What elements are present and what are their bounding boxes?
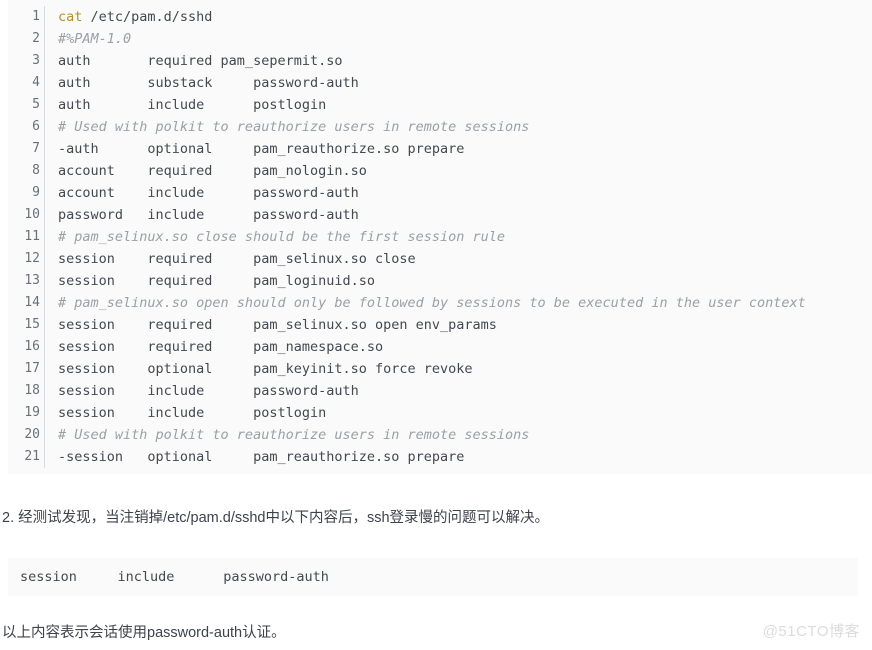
line-number: 7 [32, 141, 40, 156]
code-text: password include password-auth [58, 207, 359, 223]
code-line: 10 password include password-auth [8, 204, 872, 226]
gutter-divider [40, 28, 49, 50]
gutter-divider [40, 358, 49, 380]
line-number: 8 [32, 163, 40, 178]
code-line: 2 #%PAM-1.0 [8, 28, 872, 50]
code-line: 17 session optional pam_keyinit.so force … [8, 358, 872, 380]
gutter-divider [40, 248, 49, 270]
site-watermark: @51CTO博客 [762, 623, 860, 640]
code-line: 3 auth required pam_sepermit.so [8, 50, 872, 72]
gutter-divider [40, 446, 49, 468]
code-text: auth substack password-auth [58, 75, 359, 91]
code-line: 7 -auth optional pam_reauthorize.so prepa… [8, 138, 872, 160]
command-token: cat [58, 9, 83, 25]
inline-code-snippet-block: session include password-auth [8, 558, 858, 596]
paragraph-test-result: 2. 经测试发现，当注销掉/etc/pam.d/sshd中以下内容后，ssh登录… [2, 510, 550, 526]
line-number: 10 [24, 207, 40, 222]
line-number: 5 [32, 97, 40, 112]
line-number: 2 [32, 31, 40, 46]
gutter-divider [40, 380, 49, 402]
gutter-divider [40, 270, 49, 292]
snippet-code-text: session include password-auth [20, 569, 329, 585]
code-text: session required pam_selinux.so open env… [58, 317, 497, 333]
code-line: 6 # Used with polkit to reauthorize users… [8, 116, 872, 138]
code-line: 11 # pam_selinux.so close should be the f… [8, 226, 872, 248]
line-number: 6 [32, 119, 40, 134]
code-comment: # pam_selinux.so open should only be fol… [58, 295, 806, 311]
gutter-divider [40, 314, 49, 336]
line-number: 18 [24, 383, 40, 398]
code-lines-container: 1 cat /etc/pam.d/sshd 2 #%PAM-1.0 3 auth requ… [8, 0, 872, 474]
code-text: auth required pam_sepermit.so [58, 53, 343, 69]
gutter-divider [40, 160, 49, 182]
code-line: 1 cat /etc/pam.d/sshd [8, 6, 872, 28]
line-number: 12 [24, 251, 40, 266]
code-comment: # Used with polkit to reauthorize users … [58, 427, 530, 443]
gutter-divider [40, 204, 49, 226]
code-text: session required pam_loginuid.so [58, 273, 375, 289]
gutter-divider [40, 116, 49, 138]
gutter-divider [40, 292, 49, 314]
gutter-divider [40, 226, 49, 248]
line-number: 1 [32, 9, 40, 24]
gutter-divider [40, 138, 49, 160]
line-number: 21 [24, 449, 40, 464]
gutter-divider [40, 336, 49, 358]
gutter-divider [40, 72, 49, 94]
gutter-divider [40, 6, 49, 28]
code-line: 16 session required pam_namespace.so [8, 336, 872, 358]
code-text: session include password-auth [58, 383, 359, 399]
gutter-divider [40, 402, 49, 424]
code-line: 20 # Used with polkit to reauthorize user… [8, 424, 872, 446]
code-line: 9 account include password-auth [8, 182, 872, 204]
line-number: 3 [32, 53, 40, 68]
code-line: 14 # pam_selinux.so open should only be f… [8, 292, 872, 314]
code-block: 1 cat /etc/pam.d/sshd 2 #%PAM-1.0 3 auth requ… [8, 0, 872, 474]
code-text: cat /etc/pam.d/sshd [49, 6, 872, 28]
code-text: session required pam_namespace.so [58, 339, 384, 355]
line-number: 19 [24, 405, 40, 420]
command-argument: /etc/pam.d/sshd [82, 9, 213, 25]
code-text: session optional pam_keyinit.so force re… [58, 361, 473, 377]
gutter-divider [40, 50, 49, 72]
gutter-divider [40, 424, 49, 446]
line-number: 15 [24, 317, 40, 332]
code-comment: # Used with polkit to reauthorize users … [58, 119, 530, 135]
gutter-divider [40, 94, 49, 116]
code-line: 21 -session optional pam_reauthorize.so p… [8, 446, 872, 468]
code-line: 13 session required pam_loginuid.so [8, 270, 872, 292]
line-number: 16 [24, 339, 40, 354]
line-number: 9 [32, 185, 40, 200]
code-line: 8 account required pam_nologin.so [8, 160, 872, 182]
gutter-divider [40, 182, 49, 204]
code-comment: #%PAM-1.0 [58, 31, 132, 47]
code-line: 15 session required pam_selinux.so open e… [8, 314, 872, 336]
code-text: session include postlogin [58, 405, 327, 421]
code-line: 12 session required pam_selinux.so close [8, 248, 872, 270]
code-text: session required pam_selinux.so close [58, 251, 416, 267]
line-number: 20 [24, 427, 40, 442]
code-text: account required pam_nologin.so [58, 163, 367, 179]
code-comment: # pam_selinux.so close should be the fir… [58, 229, 506, 245]
code-text: -session optional pam_reauthorize.so pre… [58, 449, 465, 465]
code-text: auth include postlogin [58, 97, 327, 113]
code-line: 5 auth include postlogin [8, 94, 872, 116]
line-number: 13 [24, 273, 40, 288]
code-line: 4 auth substack password-auth [8, 72, 872, 94]
line-number: 4 [32, 75, 40, 90]
line-number: 14 [24, 295, 40, 310]
paragraph-explanation: 以上内容表示会话使用password-auth认证。 [2, 625, 286, 641]
line-number: 11 [24, 229, 40, 244]
code-line: 19 session include postlogin [8, 402, 872, 424]
line-number: 17 [24, 361, 40, 376]
code-text: -auth optional pam_reauthorize.so prepar… [58, 141, 465, 157]
code-line: 18 session include password-auth [8, 380, 872, 402]
code-text: account include password-auth [58, 185, 359, 201]
